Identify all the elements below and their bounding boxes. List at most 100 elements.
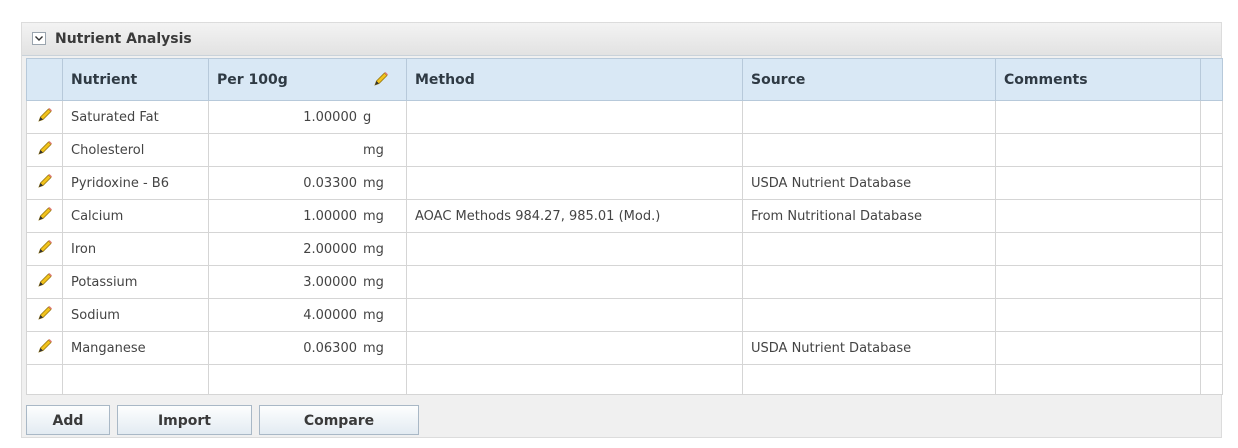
pencil-icon[interactable]	[36, 139, 54, 161]
cell-method[interactable]	[406, 100, 743, 134]
cell-unit: mg	[363, 241, 384, 257]
pencil-icon[interactable]	[36, 337, 54, 359]
cell-method[interactable]	[406, 232, 743, 266]
cell-unit: mg	[363, 208, 384, 224]
cell-unit: mg	[363, 142, 384, 158]
cell-amount: 3.00000	[303, 274, 357, 290]
cell-source[interactable]: From Nutritional Database	[742, 199, 996, 233]
row-edit-cell	[26, 265, 63, 299]
row-edit-cell	[26, 166, 63, 200]
row-edit-cell	[26, 100, 63, 134]
cell-comments[interactable]	[995, 331, 1201, 365]
cell-nutrient[interactable]: Potassium	[62, 265, 209, 299]
cell-nutrient[interactable]: Sodium	[62, 298, 209, 332]
empty-cell	[26, 364, 63, 395]
add-button[interactable]: Add	[26, 405, 110, 435]
cell-nutrient[interactable]: Pyridoxine - B6	[62, 166, 209, 200]
table-row: Pyridoxine - B6 0.03300 mg USDA Nutrient Da…	[26, 166, 1223, 200]
cell-comments[interactable]	[995, 265, 1201, 299]
cell-comments[interactable]	[995, 133, 1201, 167]
cell-per-100g[interactable]: 0.03300 mg	[208, 166, 407, 200]
table-row: Cholesterol mg	[26, 133, 1223, 167]
cell-nutrient[interactable]: Saturated Fat	[62, 100, 209, 134]
cell-comments[interactable]	[995, 232, 1201, 266]
panel-title: Nutrient Analysis	[55, 31, 192, 47]
cell-amount: 4.00000	[303, 307, 357, 323]
cell-method[interactable]	[406, 331, 743, 365]
pencil-icon[interactable]	[372, 70, 390, 92]
cell-unit: mg	[363, 340, 384, 356]
cell-unit: mg	[363, 274, 384, 290]
cell-source[interactable]: USDA Nutrient Database	[742, 331, 996, 365]
pencil-icon[interactable]	[36, 205, 54, 227]
cell-method[interactable]	[406, 298, 743, 332]
filler-cell	[1200, 265, 1223, 299]
column-header-per-100g[interactable]: Per 100g	[208, 58, 407, 101]
cell-source[interactable]	[742, 100, 996, 134]
cell-amount: 0.06300	[303, 340, 357, 356]
table-row: Sodium 4.00000 mg	[26, 298, 1223, 332]
cell-per-100g[interactable]: 4.00000 mg	[208, 298, 407, 332]
table-header-row: Nutrient Per 100g Method Source Comments	[26, 58, 1223, 101]
table-row: Calcium 1.00000 mg AOAC Methods 984.27, 985…	[26, 199, 1223, 233]
cell-source[interactable]: USDA Nutrient Database	[742, 166, 996, 200]
column-header-nutrient[interactable]: Nutrient	[62, 58, 209, 101]
row-edit-cell	[26, 331, 63, 365]
cell-method[interactable]: AOAC Methods 984.27, 985.01 (Mod.)	[406, 199, 743, 233]
cell-source[interactable]	[742, 298, 996, 332]
table-row: Manganese 0.06300 mg USDA Nutrient Database	[26, 331, 1223, 365]
pencil-icon[interactable]	[36, 238, 54, 260]
panel-header: Nutrient Analysis	[22, 23, 1221, 56]
filler-cell	[1200, 166, 1223, 200]
cell-method[interactable]	[406, 265, 743, 299]
compare-button[interactable]: Compare	[259, 405, 419, 435]
cell-method[interactable]	[406, 133, 743, 167]
filler-cell	[1200, 331, 1223, 365]
chevron-down-icon[interactable]	[32, 32, 46, 45]
pencil-icon[interactable]	[36, 172, 54, 194]
empty-table-row[interactable]	[26, 364, 1223, 395]
filler-cell	[1200, 199, 1223, 233]
filler-cell	[1200, 298, 1223, 332]
cell-unit: mg	[363, 175, 384, 191]
cell-comments[interactable]	[995, 199, 1201, 233]
cell-nutrient[interactable]: Calcium	[62, 199, 209, 233]
empty-cell	[742, 364, 996, 395]
column-header-source[interactable]: Source	[742, 58, 996, 101]
cell-amount: 1.00000	[303, 208, 357, 224]
filler-cell	[1200, 133, 1223, 167]
cell-nutrient[interactable]: Manganese	[62, 331, 209, 365]
cell-nutrient[interactable]: Iron	[62, 232, 209, 266]
column-header-comments[interactable]: Comments	[995, 58, 1201, 101]
cell-comments[interactable]	[995, 100, 1201, 134]
cell-per-100g[interactable]: 2.00000 mg	[208, 232, 407, 266]
cell-comments[interactable]	[995, 298, 1201, 332]
empty-cell	[62, 364, 209, 395]
pencil-icon[interactable]	[36, 106, 54, 128]
empty-cell	[406, 364, 743, 395]
row-edit-cell	[26, 133, 63, 167]
cell-source[interactable]	[742, 265, 996, 299]
cell-unit: mg	[363, 307, 384, 323]
cell-unit: g	[363, 109, 372, 125]
empty-cell	[1200, 364, 1223, 395]
row-edit-cell	[26, 298, 63, 332]
import-button[interactable]: Import	[117, 405, 252, 435]
column-header-method[interactable]: Method	[406, 58, 743, 101]
filler-cell	[1200, 232, 1223, 266]
cell-per-100g[interactable]: mg	[208, 133, 407, 167]
cell-per-100g[interactable]: 1.00000 g	[208, 100, 407, 134]
cell-amount: 1.00000	[303, 109, 357, 125]
cell-nutrient[interactable]: Cholesterol	[62, 133, 209, 167]
row-edit-cell	[26, 232, 63, 266]
pencil-icon[interactable]	[36, 271, 54, 293]
cell-per-100g[interactable]: 1.00000 mg	[208, 199, 407, 233]
cell-comments[interactable]	[995, 166, 1201, 200]
cell-source[interactable]	[742, 133, 996, 167]
pencil-icon[interactable]	[36, 304, 54, 326]
filler-column-header	[1200, 58, 1223, 101]
cell-per-100g[interactable]: 0.06300 mg	[208, 331, 407, 365]
cell-source[interactable]	[742, 232, 996, 266]
cell-per-100g[interactable]: 3.00000 mg	[208, 265, 407, 299]
cell-method[interactable]	[406, 166, 743, 200]
